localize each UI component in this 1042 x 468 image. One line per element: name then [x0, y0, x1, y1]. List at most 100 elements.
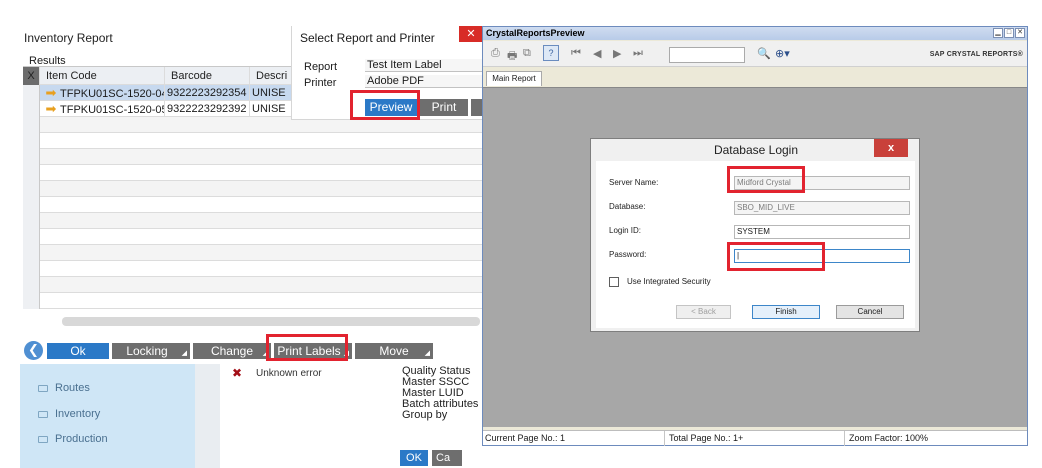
- highlight-server-name: [727, 166, 805, 193]
- empty-row: [23, 245, 482, 261]
- window-title: CrystalReportsPreview: [486, 28, 585, 38]
- grid-close-header[interactable]: X: [23, 67, 40, 85]
- error-icon: ✖: [232, 366, 243, 380]
- back-arrow-icon[interactable]: ❮: [24, 341, 43, 360]
- row-header: [23, 197, 40, 213]
- ok-button[interactable]: Ok: [47, 343, 109, 359]
- sap-crystal-reports-brand: SAP CRYSTAL REPORTS®: [929, 51, 1023, 58]
- back-button[interactable]: < Back: [676, 305, 731, 319]
- status-divider: [844, 431, 845, 446]
- finish-button[interactable]: Finish: [752, 305, 820, 319]
- close-icon[interactable]: ✕: [459, 26, 483, 42]
- highlight-password-field: [727, 242, 825, 271]
- barcode-cell: 9322223292354: [165, 85, 250, 101]
- select-report-title: Select Report and Printer: [300, 31, 435, 45]
- row-header: [23, 245, 40, 261]
- column-header-description[interactable]: Descri: [250, 67, 290, 85]
- options-panel: Quality Status Master SSCC Master LUID B…: [390, 364, 482, 468]
- zoom-status: Zoom Factor: 100%: [849, 433, 929, 443]
- cancel-button[interactable]: Cancel: [836, 305, 904, 319]
- inventory-toolbar: ❮ Ok Locking ◢ Change ◢ Print Labels ◢ Move…: [23, 339, 482, 363]
- message-panel: ✖ Unknown error: [220, 364, 390, 468]
- empty-row: [23, 165, 482, 181]
- options-cancel-button[interactable]: Ca: [432, 450, 462, 466]
- page-number-input[interactable]: [669, 47, 745, 63]
- dialog-title: Database Login: [713, 143, 799, 157]
- total-page-status: Total Page No.: 1+: [669, 433, 744, 443]
- description-cell: UNISE: [252, 103, 286, 115]
- link-arrow-icon[interactable]: ➡: [42, 101, 60, 117]
- row-header: [23, 101, 40, 117]
- report-label: Report: [304, 61, 338, 73]
- empty-row: [23, 229, 482, 245]
- login-id-field[interactable]: SYSTEM: [734, 225, 910, 239]
- folder-icon: [38, 410, 48, 418]
- link-arrow-icon[interactable]: ➡: [42, 85, 60, 101]
- printer-field[interactable]: Adobe PDF: [365, 75, 483, 88]
- locking-button[interactable]: Locking ◢: [112, 343, 190, 359]
- column-header-barcode[interactable]: Barcode: [165, 67, 250, 85]
- print-icon[interactable]: 🖶: [507, 47, 517, 66]
- integrated-security-label: Use Integrated Security: [627, 277, 711, 286]
- move-button[interactable]: Move ◢: [355, 343, 433, 359]
- find-icon[interactable]: 🔍: [757, 47, 771, 60]
- first-page-icon[interactable]: ⏮: [571, 47, 581, 60]
- row-header: [23, 261, 40, 277]
- change-button[interactable]: Change ◢: [193, 343, 271, 359]
- current-page-status: Current Page No.: 1: [485, 433, 566, 443]
- column-header-item-code[interactable]: Item Code: [40, 67, 165, 85]
- panel-divider: [195, 364, 220, 468]
- report-field[interactable]: Test Item Label: [365, 59, 483, 72]
- empty-row: [23, 277, 482, 293]
- integrated-security-checkbox[interactable]: [609, 277, 619, 287]
- row-header: [23, 213, 40, 229]
- close-icon[interactable]: x: [874, 139, 908, 157]
- empty-row: [23, 261, 482, 277]
- dropdown-arrow-icon: ◢: [181, 350, 187, 357]
- row-header: [23, 133, 40, 149]
- row-header: [23, 165, 40, 181]
- nav-item-routes[interactable]: Routes: [38, 382, 90, 394]
- dropdown-arrow-icon: ◢: [424, 350, 430, 357]
- empty-row: [23, 149, 482, 165]
- row-header: [23, 229, 40, 245]
- close-icon[interactable]: ✕: [1015, 28, 1025, 38]
- row-header: [23, 293, 40, 309]
- login-id-label: Login ID:: [609, 226, 642, 235]
- next-page-icon[interactable]: ▶: [613, 47, 621, 60]
- tab-main-report[interactable]: Main Report: [486, 71, 542, 86]
- minimize-icon[interactable]: ▁: [993, 28, 1003, 38]
- horizontal-scrollbar[interactable]: [62, 317, 480, 326]
- empty-row: [23, 197, 482, 213]
- last-page-icon[interactable]: ⏭: [633, 47, 643, 60]
- row-header: [23, 277, 40, 293]
- nav-item-production[interactable]: Production: [38, 433, 108, 445]
- row-header: [23, 117, 40, 133]
- window-titlebar[interactable]: CrystalReportsPreview ▁ □ ✕: [483, 27, 1027, 40]
- highlight-print-labels-button: [266, 334, 348, 361]
- status-divider: [664, 431, 665, 446]
- export-icon[interactable]: ⎙: [491, 47, 500, 60]
- list-item[interactable]: Group by: [402, 410, 447, 421]
- copy-icon[interactable]: ⧉: [523, 47, 531, 60]
- empty-row: [23, 213, 482, 229]
- empty-row: [23, 293, 482, 309]
- item-code-cell[interactable]: ➡ TFPKU01SC-1520-05: [40, 101, 165, 117]
- preview-toolbar: ⎙ 🖶 ⧉ ? ⏮ ◀ ▶ ⏭ 🔍 ⊕▾ SAP CRYSTAL REPORTS…: [483, 41, 1027, 67]
- item-code-cell[interactable]: ➡ TFPKU01SC-1520-04: [40, 85, 165, 101]
- barcode-cell: 9322223292392: [165, 101, 250, 117]
- zoom-icon[interactable]: ⊕▾: [775, 47, 790, 60]
- maximize-icon[interactable]: □: [1004, 28, 1014, 38]
- row-header: [23, 181, 40, 197]
- group-tree-icon[interactable]: ?: [543, 45, 559, 61]
- options-ok-button[interactable]: OK: [400, 450, 428, 466]
- highlight-preview-button: [350, 90, 420, 120]
- print-button[interactable]: Print: [420, 99, 468, 116]
- folder-icon: [38, 435, 48, 443]
- nav-item-inventory[interactable]: Inventory: [38, 408, 100, 420]
- previous-page-icon[interactable]: ◀: [593, 47, 601, 60]
- inventory-report-title: Inventory Report: [24, 31, 113, 45]
- printer-label: Printer: [304, 77, 337, 89]
- module-nav: Routes Inventory Production: [20, 364, 195, 468]
- database-label: Database:: [609, 202, 646, 211]
